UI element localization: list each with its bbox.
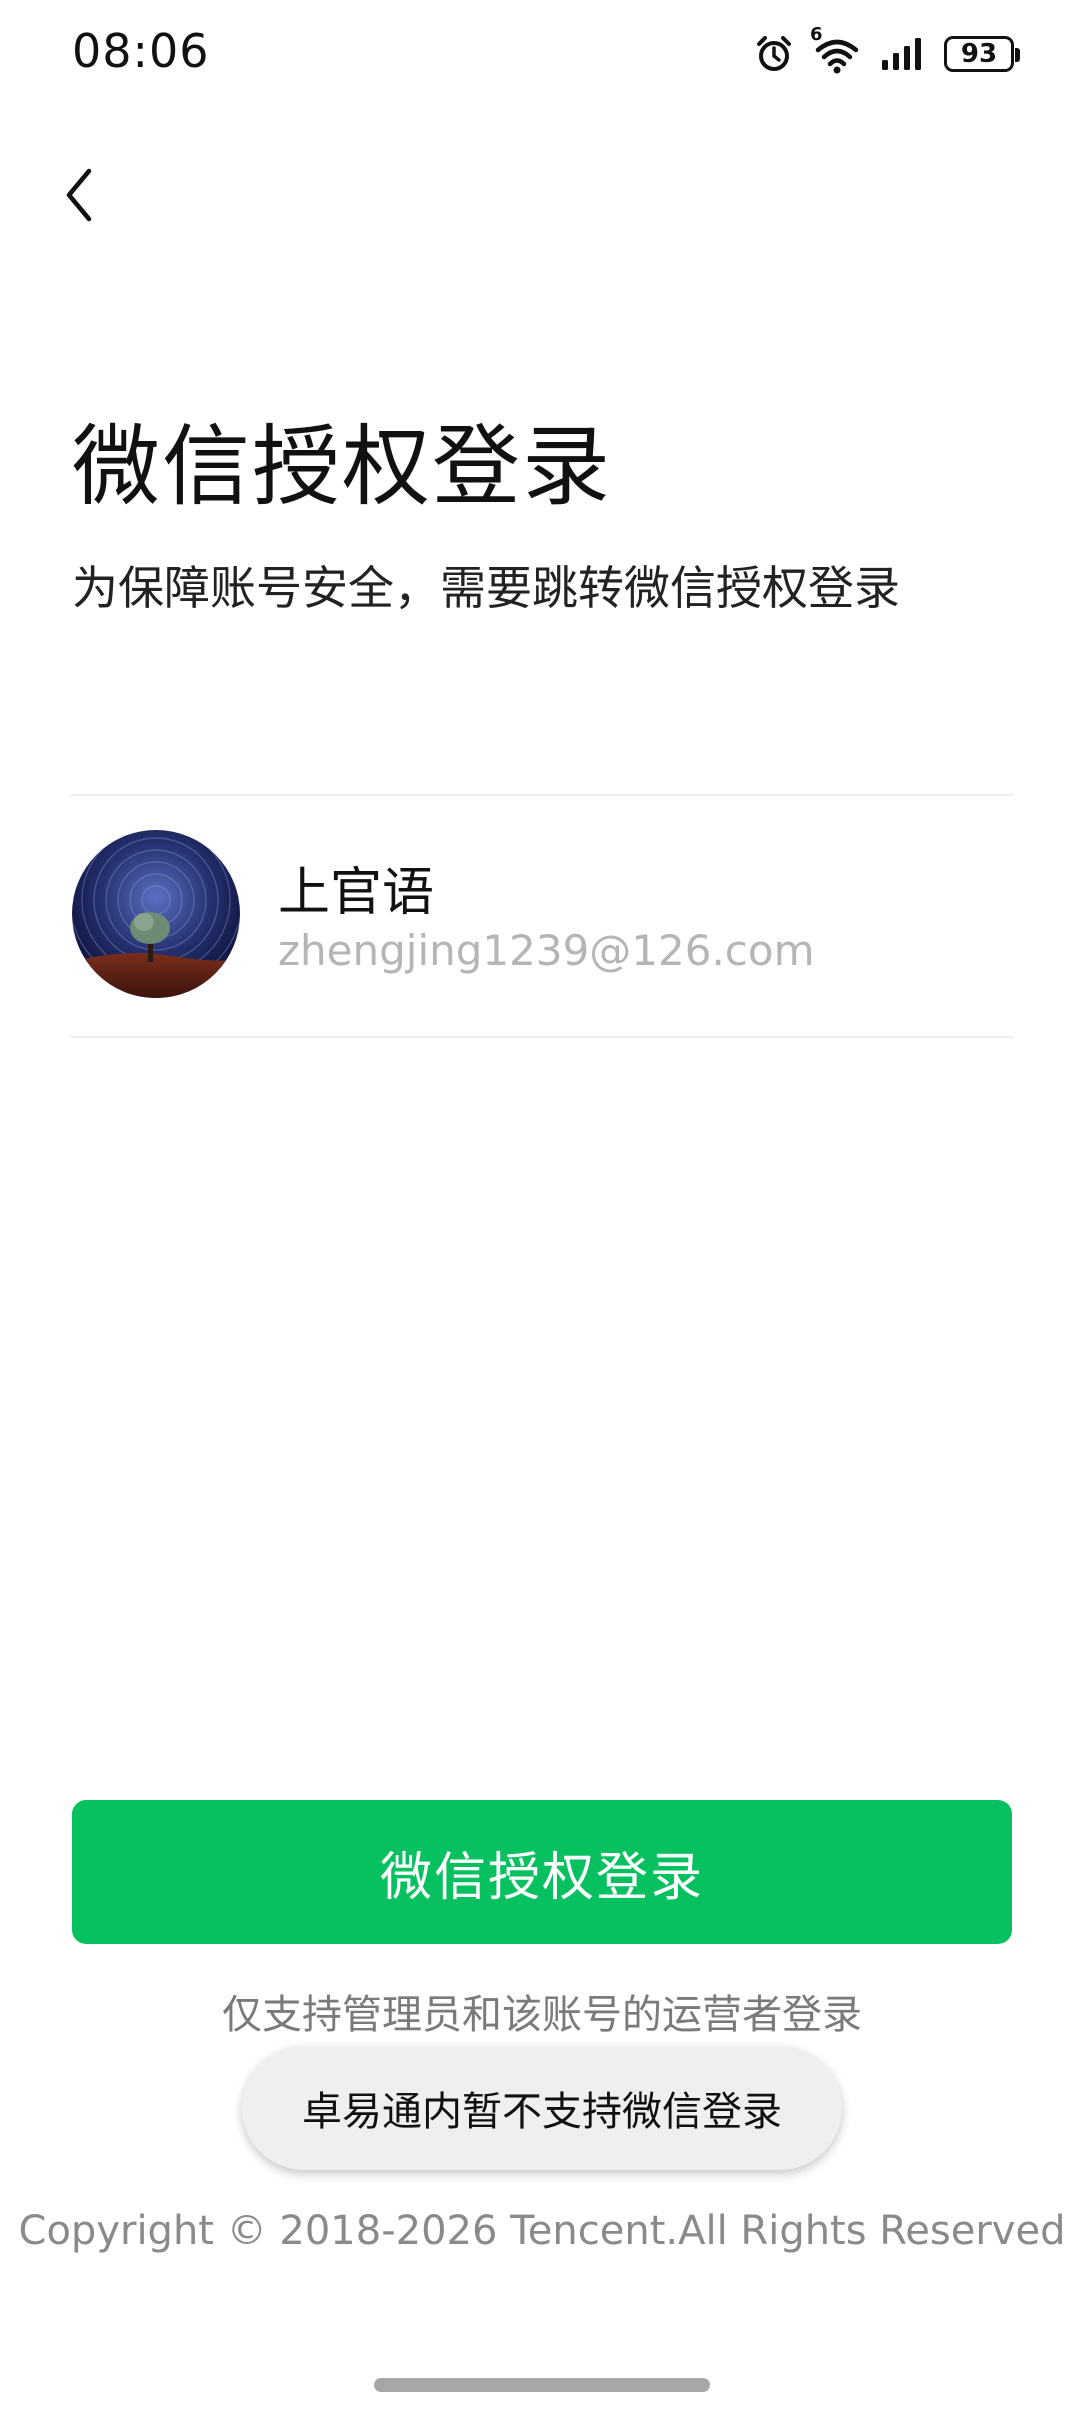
divider-bottom bbox=[70, 1036, 1014, 1038]
alarm-icon bbox=[754, 34, 794, 74]
status-bar: 08:06 6 93 bbox=[0, 0, 1084, 110]
wifi-icon: 6 bbox=[810, 24, 862, 74]
chevron-left-icon bbox=[66, 168, 92, 222]
wechat-authorize-login-button[interactable]: 微信授权登录 bbox=[72, 1800, 1012, 1944]
copyright-text: Copyright © 2018-2026 Tencent.All Rights… bbox=[18, 2208, 1066, 2254]
account-card: 上官语 zhengjing1239@126.com bbox=[70, 796, 1014, 1036]
account-email: zhengjing1239@126.com bbox=[278, 926, 815, 975]
support-note: 仅支持管理员和该账号的运营者登录 bbox=[222, 1992, 862, 2038]
page-title: 微信授权登录 bbox=[72, 415, 613, 518]
status-time: 08:06 bbox=[72, 24, 210, 78]
signal-icon bbox=[880, 36, 926, 72]
toast-message: 卓易通内暂不支持微信登录 bbox=[242, 2046, 842, 2170]
page-subtitle: 为保障账号安全，需要跳转微信授权登录 bbox=[72, 561, 900, 615]
account-name: 上官语 bbox=[278, 863, 435, 923]
battery-icon: 93 bbox=[944, 36, 1020, 72]
home-indicator[interactable] bbox=[374, 2378, 710, 2392]
battery-level: 93 bbox=[960, 39, 998, 69]
status-icons: 6 93 bbox=[754, 24, 1020, 74]
back-button[interactable] bbox=[44, 150, 114, 240]
wifi-badge: 6 bbox=[810, 24, 823, 45]
avatar bbox=[72, 830, 240, 998]
